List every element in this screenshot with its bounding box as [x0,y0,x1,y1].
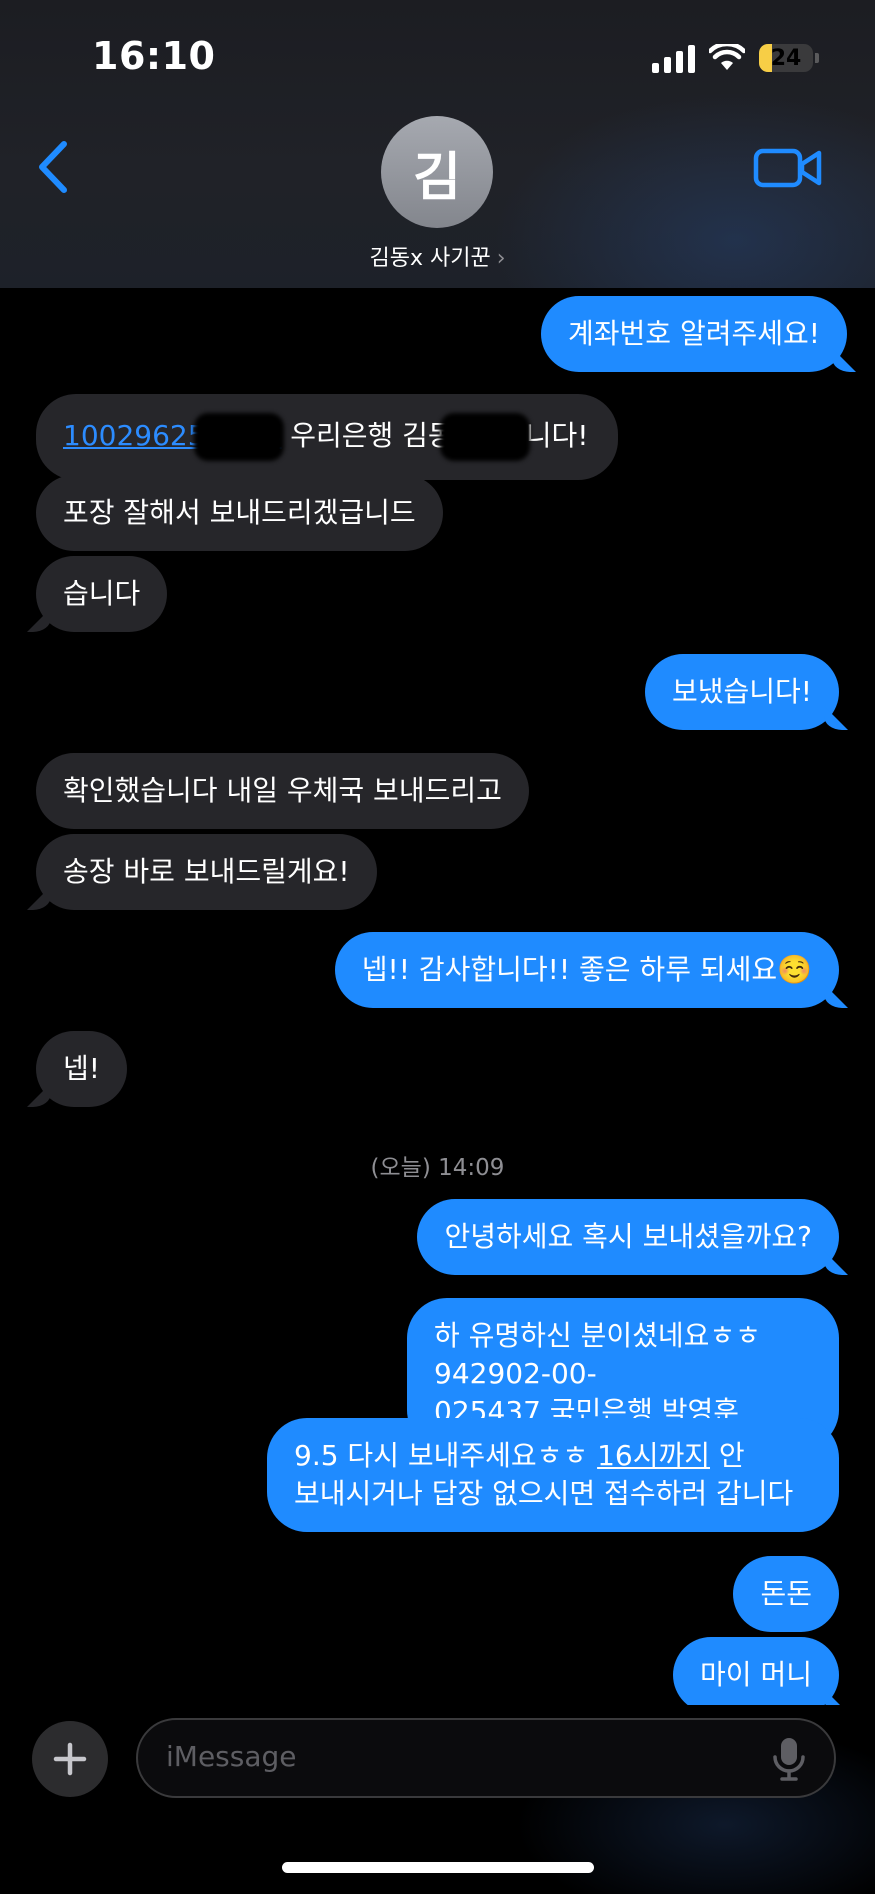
message-text: 보냈습니다! [671,675,812,708]
imessage-input[interactable]: iMessage [136,1718,836,1798]
plus-icon [53,1742,87,1776]
home-indicator[interactable] [282,1862,594,1873]
message-text: 우리은행 김동 [281,419,454,452]
message-text: 넵! [63,1052,100,1085]
microphone-icon[interactable] [772,1736,806,1782]
add-attachment-button[interactable] [32,1721,108,1797]
redaction-mark [439,413,530,461]
message-line: 9.5 다시 보내주세요ㅎㅎ 16시까지 안 [294,1437,812,1475]
battery-icon: 24 [759,44,813,72]
sent-message[interactable]: 돈돈 [733,1556,839,1632]
message-line: 하 유명하신 분이셨네요ㅎㅎ 942902-00- [434,1319,761,1390]
message-text: 송장 바로 보내드릴게요! [63,855,350,888]
message-text: 계좌번호 알려주세요! [568,317,820,350]
contact-name-button[interactable]: 김동x 사기꾼 › [0,240,875,272]
message-text: 넵!! 감사합니다!! 좋은 하루 되세요☺️ [361,953,812,986]
message-text: 습니다 [63,577,141,610]
avatar[interactable]: 김 [381,116,493,228]
received-message[interactable]: 100296254 우리은행 김동니다! [36,394,619,480]
battery-level: 24 [770,45,802,71]
video-call-icon[interactable] [753,146,823,190]
cellular-signal-icon [652,43,695,73]
message-text: 9.5 다시 보내주세요ㅎㅎ [294,1439,598,1472]
contact-name: 김동x 사기꾼 [369,246,491,271]
received-message[interactable]: 습니다 [36,556,168,632]
message-text: 안녕하세요 혹시 보내셨을까요? [444,1220,812,1253]
sent-message[interactable]: 계좌번호 알려주세요! [541,296,847,372]
received-message[interactable]: 포장 잘해서 보내드리겠급니드 [36,475,443,551]
status-time: 16:10 [92,34,216,78]
message-text: 확인했습니다 내일 우체국 보내드리고 [63,774,502,807]
timestamp: (오늘) 14:09 [0,1148,875,1182]
received-message[interactable]: 확인했습니다 내일 우체국 보내드리고 [36,753,529,829]
sent-message[interactable]: 넵!! 감사합니다!! 좋은 하루 되세요☺️ [334,932,839,1008]
sent-message[interactable]: 마이 머니 [673,1637,839,1713]
underlined-time: 16시까지 [597,1439,710,1472]
message-text: 포장 잘해서 보내드리겠급니드 [63,496,416,529]
wifi-icon [709,44,745,70]
redaction-mark [193,413,284,461]
sent-message[interactable]: 9.5 다시 보내주세요ㅎㅎ 16시까지 안 보내시거나 답장 없으시면 접수하… [267,1418,839,1532]
account-number-link[interactable]: 10029625 [63,419,206,452]
input-placeholder: iMessage [166,1740,297,1773]
chevron-right-icon: › [496,246,506,271]
sent-message[interactable]: 안녕하세요 혹시 보내셨을까요? [417,1199,839,1275]
conversation-header: 16:10 24 김 김동x 사기꾼 › [0,0,875,288]
message-text: 니다! [525,419,589,452]
timestamp-time: 14:09 [438,1155,505,1181]
message-text: 돈돈 [760,1577,812,1610]
message-text: 마이 머니 [700,1658,812,1691]
received-message[interactable]: 송장 바로 보내드릴게요! [36,834,377,910]
battery-cap [815,53,819,63]
message-line: 보내시거나 답장 없으시면 접수하러 갑니다 [294,1477,794,1510]
back-chevron-icon[interactable] [34,140,74,194]
status-icons: 24 [652,40,819,76]
timestamp-day: (오늘) [370,1155,431,1181]
received-message[interactable]: 넵! [36,1031,127,1107]
sent-message[interactable]: 보냈습니다! [644,654,839,730]
message-text: 안 [710,1439,745,1472]
